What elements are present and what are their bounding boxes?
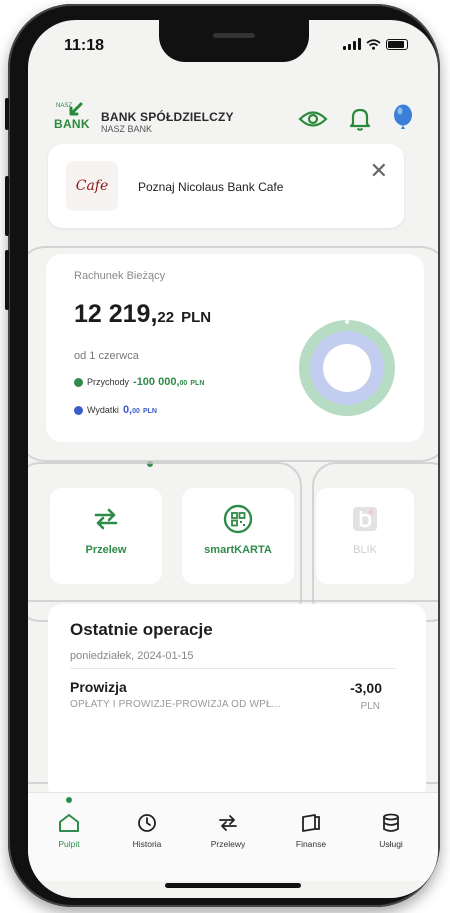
volume-up-button: [5, 176, 9, 236]
account-balance: 12 219,22 PLN: [74, 300, 211, 329]
account-card[interactable]: Rachunek Bieżący 12 219,22 PLN od 1 czer…: [46, 254, 424, 442]
nav-label-historia: Historia: [132, 839, 162, 849]
battery-icon: [386, 38, 408, 50]
services-icon: [383, 813, 399, 832]
logo-small-text: NASZ: [56, 103, 73, 109]
promo-banner[interactable]: Cafe Poznaj Nicolaus Bank Cafe ✕: [48, 144, 404, 228]
expense-decimals: 00: [132, 408, 140, 415]
screen: 11:18 NASZ BANK BANK SPÓŁDZIELCZY NASZ B…: [28, 20, 438, 898]
transfer-icon: [94, 508, 118, 530]
bottom-nav: Pulpit Historia Przelewy Finanse Usługi: [28, 792, 438, 881]
bank-name: BANK SPÓŁDZIELCZY: [101, 110, 234, 124]
operations-title: Ostatnie operacje: [70, 620, 213, 639]
wifi-icon: [366, 38, 381, 50]
logo-text: BANK: [54, 117, 90, 131]
bell-icon[interactable]: [348, 106, 372, 132]
operations-date: poniedziałek, 2024-01-15: [70, 650, 194, 662]
period-label: od 1 czerwca: [74, 350, 139, 362]
account-label: Rachunek Bieżący: [74, 270, 166, 282]
signal-icon: [343, 38, 361, 50]
nav-item-pulpit[interactable]: Pulpit: [34, 813, 104, 849]
blik-label: BLIK: [353, 544, 377, 556]
nav-label-pulpit: Pulpit: [58, 839, 80, 849]
nav-item-finanse[interactable]: Finanse: [276, 813, 346, 849]
cafe-logo: Cafe: [66, 161, 118, 211]
expense-currency: PLN: [142, 408, 157, 415]
nav-item-przelewy[interactable]: Przelewy: [193, 813, 263, 849]
carousel-indicator: [147, 461, 153, 467]
status-time: 11:18: [64, 37, 105, 54]
ring-marker: [345, 320, 349, 324]
income-currency: PLN: [190, 380, 205, 387]
close-icon[interactable]: ✕: [370, 158, 388, 184]
operation-title: Prowizja: [70, 679, 127, 695]
eye-icon[interactable]: [298, 108, 328, 130]
operation-description: OPŁATY I PROWIZJE-PROWIZJA OD WPŁ...: [70, 699, 281, 710]
nav-label-uslugi: Usługi: [379, 839, 403, 849]
transfer-label: Przelew: [85, 544, 127, 556]
nav-active-indicator: [66, 797, 72, 803]
blik-icon: [353, 507, 377, 531]
status-icons: [343, 38, 408, 50]
expense-dot: [74, 405, 83, 415]
phone-frame: 11:18 NASZ BANK BANK SPÓŁDZIELCZY NASZ B…: [5, 4, 440, 907]
recent-operations: Ostatnie operacje poniedziałek, 2024-01-…: [48, 604, 426, 800]
promo-text: Poznaj Nicolaus Bank Cafe: [138, 180, 284, 194]
expense-main: 0,: [122, 404, 133, 416]
income-label: Przychody: [87, 377, 130, 387]
donut-hole: [323, 344, 371, 392]
operation-currency: PLN: [360, 701, 380, 712]
volume-down-button: [5, 250, 9, 310]
nav-item-uslugi[interactable]: Usługi: [356, 813, 426, 849]
blik-button[interactable]: BLIK: [316, 488, 414, 584]
divider: [70, 668, 396, 669]
balloon-icon[interactable]: [392, 104, 414, 134]
expense-label: Wydatki: [87, 405, 119, 415]
home-indicator[interactable]: [165, 883, 301, 888]
transfer-button[interactable]: Przelew: [50, 488, 162, 584]
app-header: NASZ BANK BANK SPÓŁDZIELCZY NASZ BANK: [28, 86, 438, 146]
balance-currency: PLN: [181, 309, 212, 326]
income-decimals: 00: [179, 380, 188, 387]
finance-icon: [302, 814, 320, 832]
qr-card-icon: [223, 504, 253, 534]
history-icon: [138, 814, 156, 832]
smartkarta-button[interactable]: smartKARTA: [182, 488, 294, 584]
balance-decimals: 22: [157, 309, 175, 326]
smartkarta-label: smartKARTA: [204, 544, 272, 556]
bank-subtitle: NASZ BANK: [101, 124, 153, 134]
transfers-icon: [219, 815, 237, 831]
nav-label-przelewy: Przelewy: [210, 839, 246, 849]
balance-main: 12 219,: [74, 300, 158, 328]
income-main: -100 000,: [133, 376, 180, 388]
side-button: [5, 98, 9, 130]
income-dot: [74, 377, 83, 387]
operation-amount: -3,00: [350, 680, 382, 696]
home-icon: [59, 814, 79, 832]
balance-donut-chart: [299, 320, 395, 416]
income-row: Przychody -100 000,00 PLN: [74, 376, 204, 388]
expense-row: Wydatki 0,00 PLN: [74, 404, 157, 416]
expense-value: 0,00 PLN: [123, 404, 157, 416]
notch: [159, 20, 309, 62]
nav-label-finanse: Finanse: [295, 839, 327, 849]
income-value: -100 000,00 PLN: [133, 376, 204, 388]
nav-item-historia[interactable]: Historia: [112, 813, 182, 849]
